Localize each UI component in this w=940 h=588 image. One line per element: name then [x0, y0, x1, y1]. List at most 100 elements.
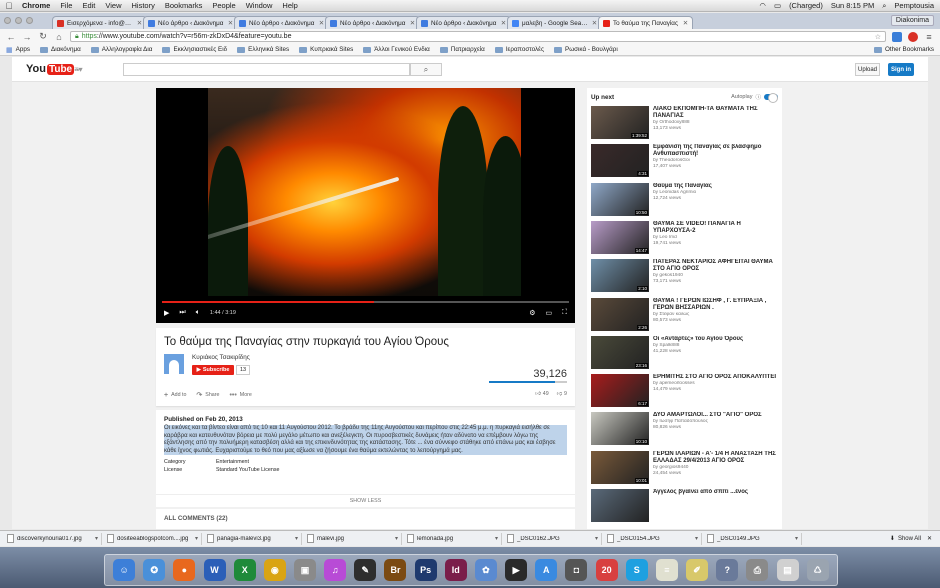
autoplay-toggle[interactable] — [764, 93, 778, 103]
video-progress-bar[interactable] — [162, 301, 569, 303]
sign-in-button[interactable]: Sign in — [888, 63, 914, 76]
extension-download-icon[interactable] — [892, 31, 902, 42]
menu-window[interactable]: Window — [246, 1, 273, 10]
sidebar-video-item[interactable]: 10:01 ΓΕΡΩΝ ΙΛΑΡΙΩΝ - Α'- 1/4 Η ΑΝΑΣΤΑΣΗ… — [591, 450, 781, 487]
share-button[interactable]: ↷ Share — [196, 391, 219, 399]
menu-history[interactable]: History — [132, 1, 155, 10]
video-thumbnail[interactable]: 4:31 — [591, 144, 649, 178]
video-item-title[interactable]: ΕΡΗΜΙΤΗΣ ΣΤΟ ΑΓΙΟ ΟΡΟΣ ΑΠΟΚΑΛΥΠΤΕΙ — [653, 374, 781, 381]
profile-button[interactable]: Diakonima — [890, 15, 934, 26]
bookmark-folder[interactable]: Κυπριακά Sites — [299, 46, 353, 53]
search-button[interactable]: ⌕ — [410, 63, 442, 76]
video-thumbnail[interactable]: 1:39:52 — [591, 106, 649, 139]
battery-icon[interactable]: ▭ — [774, 1, 781, 10]
sidebar-video-item[interactable]: 2:26 ΘΑΥΜΑ ! ΓΕΡΩΝ ΙΩΣΗΦ , Γ. ΕΥΠΡΑΞΙΑ ,… — [591, 297, 781, 334]
itunes-icon[interactable]: ♫ — [324, 559, 347, 581]
like-button[interactable]: 👍︎ 49 — [535, 391, 548, 397]
close-downloads-icon[interactable]: ✕ — [927, 535, 936, 542]
video-item-title[interactable]: ΘΑΥΜΑ ΣΕ VIDEO! ΠΑΝΑΓΙΑ Η ΥΠΑΡΧΟΥΣΑ-2 — [653, 221, 781, 235]
video-item-title[interactable]: ΘΑΥΜΑ ! ΓΕΡΩΝ ΙΩΣΗΦ , Γ. ΕΥΠΡΑΞΙΑ , ΓΕΡΩ… — [653, 298, 781, 312]
more-button[interactable]: ••• More — [229, 392, 251, 399]
download-item[interactable]: _DSC0154.JPG ▾ — [604, 532, 702, 545]
show-all-downloads[interactable]: ⬇ Show All — [890, 535, 925, 543]
theater-mode-icon[interactable]: ▭ — [545, 309, 552, 317]
firefox-icon[interactable]: ● — [173, 559, 196, 581]
video-item-title[interactable]: ΔΥΟ ΑΜΑΡΤΩΛΟΙ... ΣΤΟ "ΑΓΙΟ" ΟΡΟΣ — [653, 412, 781, 419]
appstore-icon[interactable]: A — [535, 559, 558, 581]
word-icon[interactable]: W — [203, 559, 226, 581]
menu-help[interactable]: Help — [282, 1, 297, 10]
video-item-title[interactable]: ΠΑΤΕΡΑΣ ΝΕΚΤΑΡΙΟΣ ΑΦΗΓΕΙΤΑΙ ΘΑΥΜΑ ΣΤΟ ΑΓ… — [653, 259, 781, 273]
user-name[interactable]: Pemptousia — [894, 1, 934, 10]
search-input[interactable] — [123, 63, 410, 76]
video-item-title[interactable]: Θαύμα της Παναγίας — [653, 183, 781, 190]
skype-icon[interactable]: S — [625, 559, 648, 581]
bookmark-folder[interactable]: Εκκλησιαστικές Ειδ — [162, 46, 227, 53]
video-thumbnail[interactable]: 23:16 — [591, 335, 649, 369]
menu-app-chrome[interactable]: Chrome — [22, 1, 50, 10]
sidebar-video-item[interactable]: 10:50 Θαύμα της Παναγίας by Leonidas Agr… — [591, 182, 781, 219]
finder-icon[interactable]: ☺ — [113, 559, 136, 581]
settings-gear-icon[interactable]: ⚙ — [529, 309, 535, 317]
wifi-icon[interactable]: ◠ — [759, 1, 766, 10]
video-item-title[interactable]: Οι «Αντάρτες» του Αγίου Όρους — [653, 336, 781, 343]
notes-icon[interactable]: ✐ — [686, 559, 709, 581]
artrage-icon[interactable]: ✎ — [354, 559, 377, 581]
back-icon[interactable]: ← — [6, 32, 16, 42]
fullscreen-icon[interactable]: ⛶ — [562, 309, 567, 317]
calendar-icon[interactable]: 20 — [595, 559, 618, 581]
subscribe-button[interactable]: ▶ Subscribe — [192, 365, 234, 375]
youtube-logo[interactable]: You Tube GR — [26, 63, 81, 75]
video-thumbnail[interactable]: 10:50 — [591, 182, 649, 216]
video-item-title[interactable]: ΛΙΑΚΟ ΕΚΠΟΜΠΗ-ΤΑ ΘΑΥΜΑΤΑ ΤΗΣ ΠΑΝΑΓΙΑΣ — [653, 106, 781, 120]
sidebar-video-item[interactable]: 10:10 ΔΥΟ ΑΜΑΡΤΩΛΟΙ... ΣΤΟ "ΑΓΙΟ" ΟΡΟΣ b… — [591, 412, 781, 448]
download-item[interactable]: malevi.jpg ▾ — [304, 532, 402, 545]
excel-icon[interactable]: X — [233, 559, 256, 581]
chevron-up-icon[interactable]: ▾ — [695, 535, 698, 542]
browser-tab[interactable]: Νέο άρθρο ‹ Διακόνημα ✕ — [325, 16, 420, 29]
close-tab-icon[interactable]: ✕ — [319, 20, 324, 27]
menu-hamburger-icon[interactable]: ≡ — [924, 32, 934, 42]
other-bookmarks[interactable]: Other Bookmarks — [874, 46, 934, 53]
channel-name[interactable]: Κυριάκος Τσακιρίδης — [192, 354, 250, 361]
meta-category-value[interactable]: Entertainment — [216, 459, 249, 465]
next-icon[interactable]: ⏭ — [179, 309, 185, 317]
browser-tab[interactable]: Εισερχόμενα - info@diako ✕ — [52, 16, 147, 29]
forward-icon[interactable]: → — [22, 32, 32, 42]
bookmark-folder[interactable]: Ελληνικά Sites — [237, 46, 289, 53]
menu-file[interactable]: File — [60, 1, 72, 10]
video-item-title[interactable]: Άγγελος βγαίνει από σπίτι ...ένος — [653, 489, 781, 496]
bridge-icon[interactable]: Br — [384, 559, 407, 581]
home-icon[interactable]: ⌂ — [54, 32, 64, 42]
upload-button[interactable]: Upload — [855, 63, 880, 76]
reload-icon[interactable]: ↻ — [38, 31, 48, 42]
info-icon[interactable]: ⓘ — [755, 93, 761, 101]
download-item[interactable]: lemonada.jpg ▾ — [404, 532, 502, 545]
download-item[interactable]: _DSC0162.JPG ▾ — [504, 532, 602, 545]
browser-tab[interactable]: Το θαύμα της Παναγίας ✕ — [598, 16, 693, 29]
chrome-icon[interactable]: ◉ — [263, 559, 286, 581]
channel-avatar[interactable] — [164, 354, 184, 374]
sidebar-video-item[interactable]: 2:10 ΠΑΤΕΡΑΣ ΝΕΚΤΑΡΙΟΣ ΑΦΗΓΕΙΤΑΙ ΘΑΥΜΑ Σ… — [591, 259, 781, 295]
photos-icon[interactable]: ✿ — [474, 559, 497, 581]
video-item-title[interactable]: ΓΕΡΩΝ ΙΛΑΡΙΩΝ - Α'- 1/4 Η ΑΝΑΣΤΑΣΗ ΤΗΣ Ε… — [653, 451, 781, 465]
camera-icon[interactable]: ◘ — [565, 559, 588, 581]
close-tab-icon[interactable]: ✕ — [228, 20, 233, 27]
extension-abp-icon[interactable] — [908, 31, 918, 42]
download-item[interactable]: panagia-malevi3.jpg ▾ — [204, 532, 302, 545]
browser-tab[interactable]: μαλεβη - Google Search ✕ — [507, 16, 602, 29]
video-thumbnail[interactable]: 10:01 — [591, 450, 649, 484]
menu-people[interactable]: People — [212, 1, 235, 10]
video-item-title[interactable]: Εμφάνιση της Παναγίας σε βλάσφημο Ανθυπα… — [653, 144, 781, 158]
minimize-window-icon[interactable] — [15, 17, 22, 24]
bookmark-apps[interactable]: ▦ Apps — [6, 46, 30, 54]
close-window-icon[interactable] — [4, 17, 11, 24]
sidebar-video-item[interactable]: 4:31 Εμφάνιση της Παναγίας σε βλάσφημο Α… — [591, 144, 781, 180]
bookmark-folder[interactable]: Ρωσικά - Βουλγάρι — [554, 46, 618, 53]
bookmark-folder[interactable]: Άλλοι Γενικού Ενδια — [363, 46, 430, 53]
video-thumbnail[interactable]: 14:47 — [591, 220, 649, 254]
chevron-up-icon[interactable]: ▾ — [295, 535, 298, 542]
volume-icon[interactable]: 🔈︎ — [196, 309, 200, 317]
chevron-up-icon[interactable]: ▾ — [595, 535, 598, 542]
trash-icon[interactable]: ♺ — [806, 559, 829, 581]
